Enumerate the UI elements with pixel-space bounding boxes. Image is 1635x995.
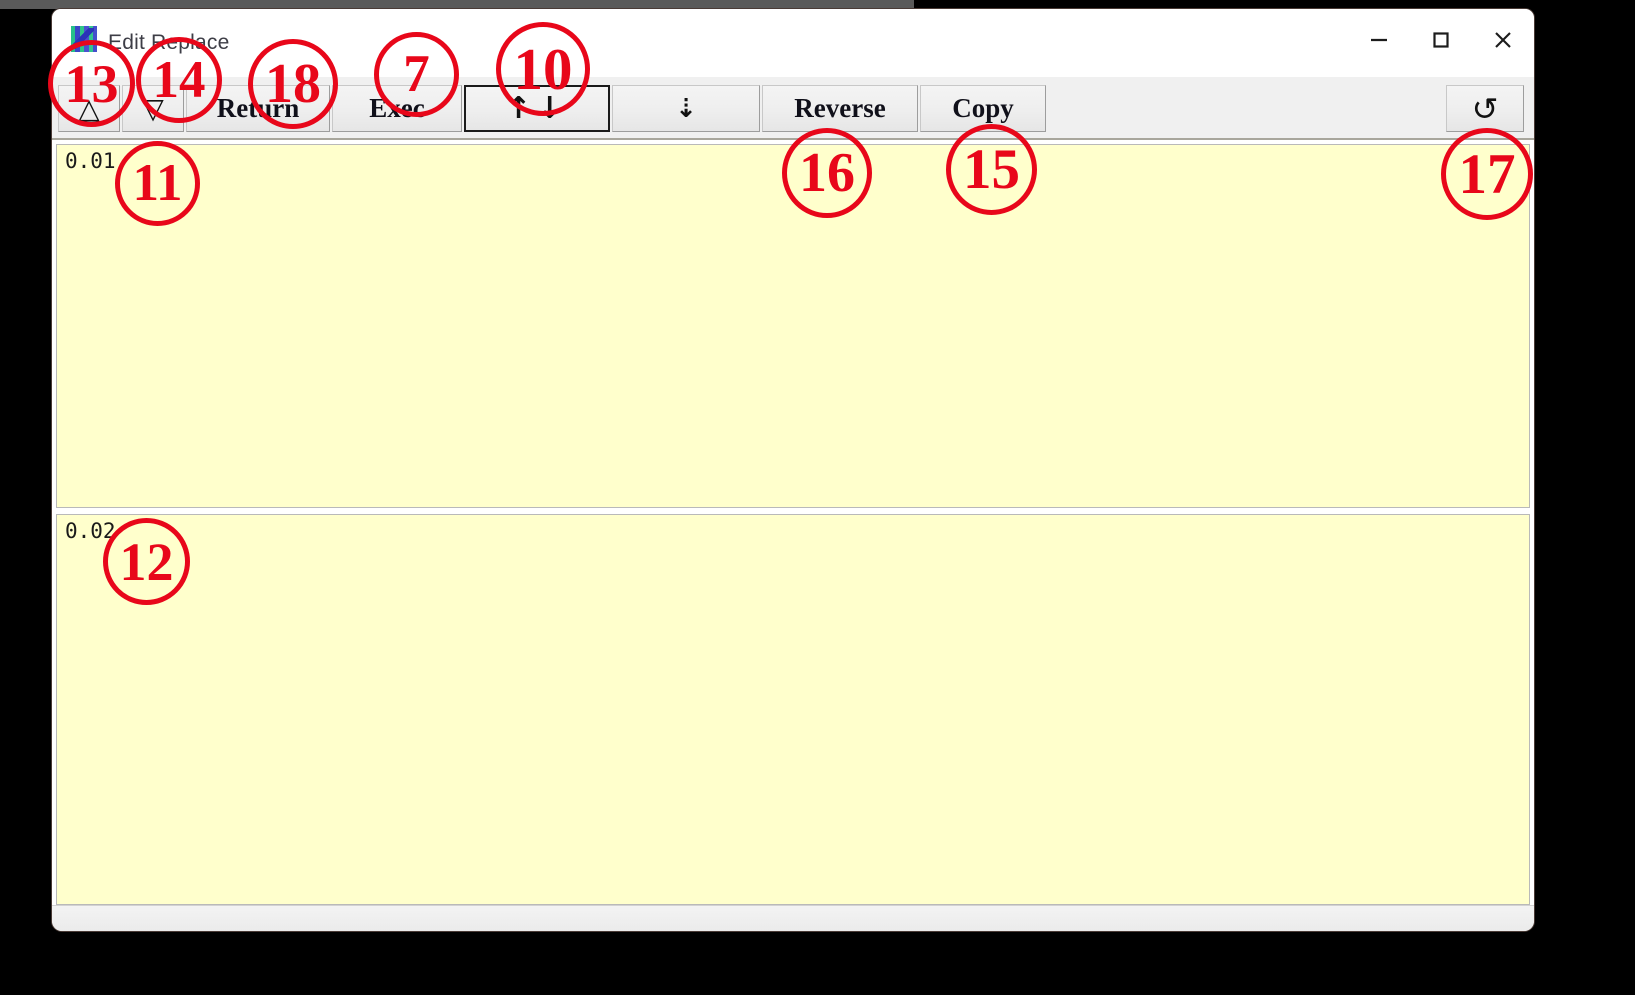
close-icon[interactable]	[1472, 9, 1534, 71]
app-icon	[71, 26, 97, 52]
copy-button-label: Copy	[952, 93, 1014, 123]
search-text-area[interactable]: 0.01	[56, 144, 1530, 508]
application-window: Edit Replace △ ▽ Return Exec ↑↓ ⇣ Revers…	[52, 9, 1534, 931]
dotted-arrow-down-icon: ⇣	[675, 93, 697, 124]
send-down-button[interactable]: ⇣	[612, 85, 760, 132]
replace-text-value: 0.02	[65, 519, 116, 543]
refresh-button[interactable]: ↺	[1446, 85, 1524, 132]
down-button[interactable]: ▽	[122, 85, 184, 132]
return-button-label: Return	[216, 93, 300, 123]
window-controls	[1348, 9, 1534, 71]
return-button[interactable]: Return	[186, 85, 330, 132]
copy-button[interactable]: Copy	[920, 85, 1046, 132]
screen: Edit Replace △ ▽ Return Exec ↑↓ ⇣ Revers…	[0, 0, 1635, 995]
triangle-down-icon: ▽	[142, 91, 164, 125]
refresh-icon: ↺	[1471, 89, 1499, 128]
exec-button[interactable]: Exec	[332, 85, 462, 132]
window-title: Edit Replace	[108, 31, 230, 54]
exec-button-label: Exec	[369, 93, 425, 123]
reverse-button-label: Reverse	[794, 93, 886, 123]
title-bar: Edit Replace	[52, 9, 1534, 77]
search-text-value: 0.01	[65, 149, 116, 173]
minimize-icon[interactable]	[1348, 9, 1410, 71]
maximize-icon[interactable]	[1410, 9, 1472, 71]
top-strip	[0, 0, 914, 9]
status-bar	[52, 905, 1534, 931]
replace-text-area[interactable]: 0.02	[56, 514, 1530, 905]
arrows-up-down-icon: ↑↓	[505, 91, 569, 126]
toolbar: △ ▽ Return Exec ↑↓ ⇣ Reverse Copy ↺	[52, 77, 1534, 140]
reverse-button[interactable]: Reverse	[762, 85, 918, 132]
triangle-up-icon: △	[78, 91, 100, 125]
up-button[interactable]: △	[58, 85, 120, 132]
swap-button[interactable]: ↑↓	[464, 85, 610, 132]
